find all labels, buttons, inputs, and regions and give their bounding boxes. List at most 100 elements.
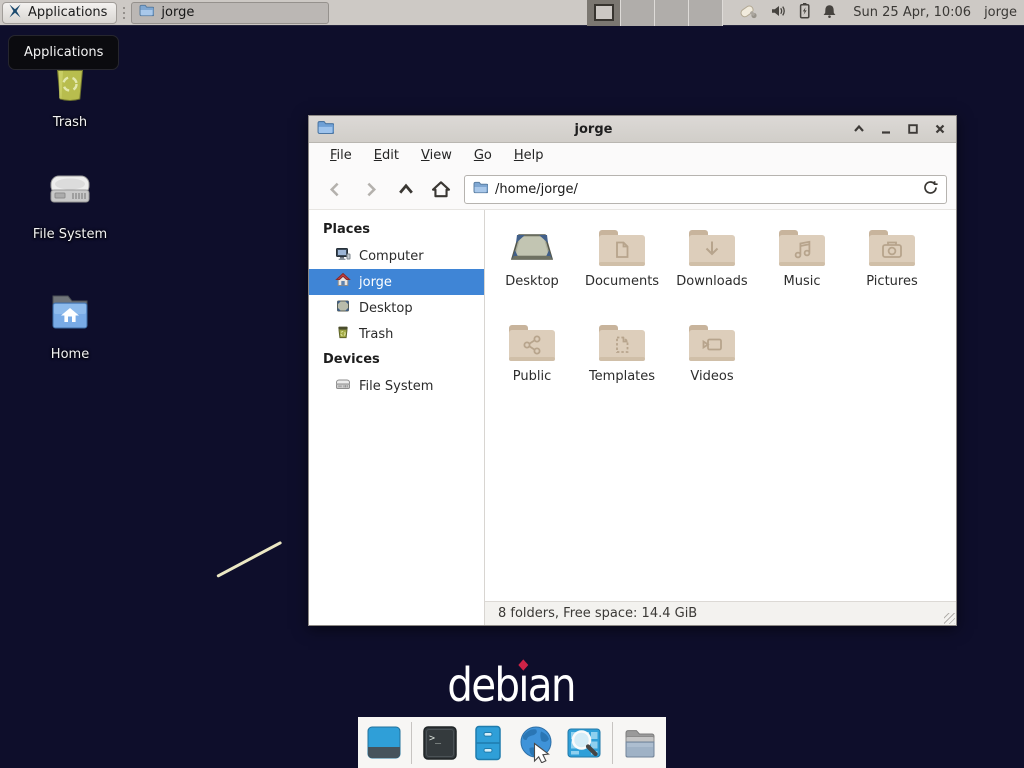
home-button[interactable] — [423, 174, 458, 204]
sidebar-item-jorge[interactable]: jorge — [309, 269, 484, 295]
menu-go[interactable]: Go — [463, 143, 503, 169]
device-icon[interactable] — [737, 2, 759, 24]
debian-logo-text: deb — [447, 658, 518, 712]
web-browser-icon — [516, 723, 556, 763]
folder-music[interactable]: Music — [757, 228, 847, 323]
folder-downloads-icon — [688, 228, 736, 268]
dock-file-cabinet-button[interactable] — [467, 722, 508, 764]
notification-bell-icon[interactable] — [822, 3, 837, 23]
sidebar-item-desktop[interactable]: Desktop — [309, 295, 484, 321]
folder-public-icon — [508, 323, 556, 363]
panel-user-label[interactable]: jorge — [984, 5, 1017, 20]
status-bar: 8 folders, Free space: 14.4 GiB — [485, 601, 956, 625]
folder-documents[interactable]: Documents — [577, 228, 667, 323]
file-manager-icon — [620, 723, 660, 763]
menu-help[interactable]: Help — [503, 143, 555, 169]
menu-edit[interactable]: Edit — [363, 143, 410, 169]
folder-templates-icon — [598, 323, 646, 363]
sidebar-item-label: Trash — [359, 327, 393, 342]
shade-button[interactable] — [853, 123, 865, 135]
desktop-icon-file-system[interactable]: File System — [18, 168, 122, 242]
dock-web-browser-button[interactable] — [516, 722, 557, 764]
window-titlebar[interactable]: jorge — [309, 116, 956, 143]
system-tray — [737, 2, 837, 24]
desktop-icon-home[interactable]: Home — [18, 288, 122, 362]
debian-logo-text: an — [528, 658, 575, 712]
dock-file-manager-button[interactable] — [620, 722, 661, 764]
file-cabinet-icon — [468, 723, 508, 763]
dock-show-desktop-button[interactable] — [363, 722, 404, 764]
drive-mini-icon — [335, 376, 351, 396]
file-label: Downloads — [676, 274, 747, 289]
resize-grip[interactable] — [944, 613, 955, 624]
path-bar[interactable]: /home/jorge/ — [464, 175, 947, 204]
panel-handle — [120, 4, 127, 22]
up-button[interactable] — [388, 174, 423, 204]
svg-text:>_: >_ — [429, 733, 442, 744]
folder-pictures[interactable]: Pictures — [847, 228, 937, 323]
panel-clock[interactable]: Sun 25 Apr, 10:06 — [853, 5, 971, 20]
devices-header: Devices — [309, 347, 484, 373]
trash-mini-icon — [335, 324, 351, 344]
file-label: Pictures — [866, 274, 917, 289]
folder-desktop[interactable]: Desktop — [487, 228, 577, 323]
folder-icon — [139, 4, 154, 21]
forward-button[interactable] — [353, 174, 388, 204]
dock: >_ — [358, 717, 666, 768]
applications-menu-button[interactable]: Applications — [2, 2, 117, 24]
file-label: Documents — [585, 274, 659, 289]
file-label: Videos — [690, 369, 733, 384]
top-panel: Applications jorge Sun 25 Apr, 10:06 jor… — [0, 0, 1024, 26]
close-button[interactable] — [934, 123, 946, 135]
application-finder-icon — [564, 723, 604, 763]
workspace-2[interactable] — [621, 0, 655, 26]
show-desktop-icon — [364, 723, 404, 763]
workspace-1[interactable] — [587, 0, 621, 26]
workspace-3[interactable] — [655, 0, 689, 26]
hard-drive-icon — [46, 168, 94, 220]
back-button[interactable] — [318, 174, 353, 204]
file-label: Music — [784, 274, 821, 289]
reload-icon[interactable] — [923, 180, 938, 199]
desktop-icon-label: Trash — [53, 115, 87, 130]
folder-public[interactable]: Public — [487, 323, 577, 418]
workspace-window-preview — [594, 4, 614, 21]
window-title: jorge — [334, 122, 853, 137]
path-text[interactable]: /home/jorge/ — [495, 182, 916, 197]
menubar: File Edit View Go Help — [309, 143, 956, 169]
maximize-button[interactable] — [907, 123, 919, 135]
taskbar-window-button[interactable]: jorge — [131, 2, 329, 24]
xfce-logo-icon — [7, 3, 23, 23]
file-label: Templates — [589, 369, 655, 384]
workspace-4[interactable] — [689, 0, 723, 26]
file-label: Desktop — [505, 274, 559, 289]
desktop-icon-label: File System — [33, 227, 107, 242]
folder-downloads[interactable]: Downloads — [667, 228, 757, 323]
folder-templates[interactable]: Templates — [577, 323, 667, 418]
dock-app-finder-button[interactable] — [564, 722, 605, 764]
folder-documents-icon — [598, 228, 646, 268]
computer-icon — [335, 246, 351, 266]
dock-terminal-button[interactable]: >_ — [419, 722, 460, 764]
sidebar-item-label: Computer — [359, 249, 424, 264]
menu-view[interactable]: View — [410, 143, 463, 169]
desktop-icon-label: Home — [51, 347, 89, 362]
file-label: Public — [513, 369, 551, 384]
folder-videos[interactable]: Videos — [667, 323, 757, 418]
sidebar-item-trash[interactable]: Trash — [309, 321, 484, 347]
minimize-button[interactable] — [880, 123, 892, 135]
menu-file[interactable]: File — [319, 143, 363, 169]
folder-pictures-icon — [868, 228, 916, 268]
volume-icon[interactable] — [770, 3, 787, 23]
debian-logo-i: ı — [518, 658, 527, 712]
places-header: Places — [309, 217, 484, 243]
status-text: 8 folders, Free space: 14.4 GiB — [498, 606, 697, 621]
battery-charging-icon[interactable] — [798, 2, 811, 23]
file-manager-window: jorge File Edit View Go Help — [308, 115, 957, 626]
sidebar-item-computer[interactable]: Computer — [309, 243, 484, 269]
home-icon — [335, 272, 351, 292]
sidebar: Places Computer jorge Desktop — [309, 210, 484, 625]
applications-menu-label: Applications — [28, 5, 107, 20]
sidebar-item-file-system[interactable]: File System — [309, 373, 484, 399]
terminal-icon: >_ — [420, 723, 460, 763]
